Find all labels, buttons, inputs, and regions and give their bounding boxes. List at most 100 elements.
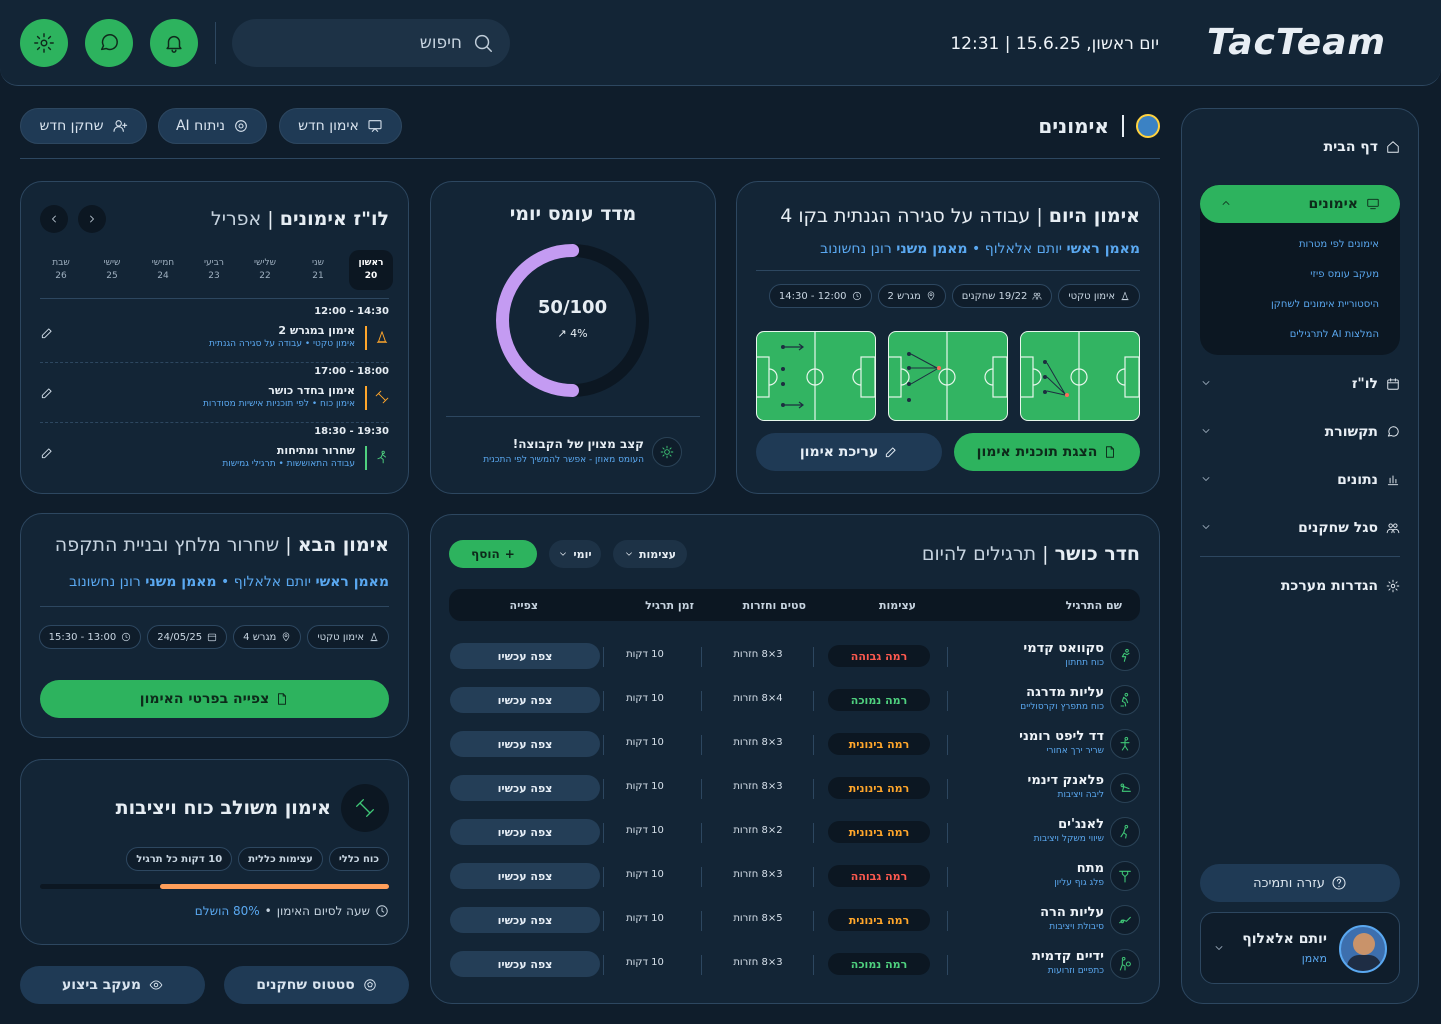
load-change: ↗ 4% [494, 327, 651, 340]
intensity-filter[interactable]: עצימות [613, 540, 687, 568]
table-row[interactable]: עליות מדרגה כוח מתפרץ וקרסוליים רמה נמוכה 4… [450, 679, 1140, 723]
day-fri[interactable]: שישי 25 [90, 250, 134, 290]
chat-button[interactable] [85, 19, 133, 67]
nav-settings[interactable]: הגדרות מערכת [1200, 571, 1400, 601]
search-input[interactable]: חיפוש [420, 33, 462, 53]
tactic-board-2[interactable] [888, 331, 1008, 421]
view-plan-button[interactable]: הצגת תוכנית אימון [954, 433, 1140, 471]
table-row[interactable]: פלאנק דינמי ליבה ויציבות רמה בינונית 3×8 חז… [450, 767, 1140, 811]
day-thu[interactable]: חמישי 24 [141, 250, 185, 290]
exercise-icon [1110, 685, 1140, 715]
edit-icon[interactable] [40, 386, 54, 400]
chip-field: מגרש 4 [233, 625, 302, 649]
tactic-board-1[interactable] [1020, 331, 1140, 421]
row-divider [947, 955, 948, 975]
schedule-rule [40, 422, 389, 423]
table-row[interactable]: מתח פלג גוף עליון רמה גבוהה 3×8 חזרות 10 דקו… [450, 855, 1140, 899]
exercise-time: 10 דקות [626, 649, 664, 660]
schedule-item-sub: אימון טקטי • עבודה על סגירה הגנתית [209, 339, 355, 349]
row-divider [603, 691, 604, 711]
edit-icon[interactable] [40, 446, 54, 460]
row-divider [603, 867, 604, 887]
view-now-button[interactable]: צפה עכשיו [450, 907, 600, 933]
subnav-goals[interactable]: אימונים לפי מטרות [1219, 229, 1379, 259]
table-row[interactable]: סקוואט קדמי כוח תחתון רמה גבוהה 3×8 חזרות 10… [450, 635, 1140, 679]
new-player-button[interactable]: שחקן חדש [20, 108, 147, 144]
nav-communication[interactable]: תקשורת [1200, 417, 1400, 447]
chip-type: אימון טקטי [1058, 284, 1140, 308]
view-now-button[interactable]: צפה עכשיו [450, 819, 600, 845]
performance-button[interactable]: מעקב ביצוע [20, 966, 205, 1004]
edit-training-button[interactable]: עריכת אימון [756, 433, 942, 471]
day-wed[interactable]: רביעי 23 [192, 250, 236, 290]
schedule-item-title: אימון במגרש 2 [278, 324, 355, 337]
nav-home[interactable]: דף הבית [1200, 132, 1400, 162]
chevron-down-icon [1213, 942, 1225, 954]
prev-week-button[interactable] [78, 205, 106, 233]
table-row[interactable]: ידיים קדמית כתפיים וזרועות רמה נמוכה 3×8 חז… [450, 943, 1140, 987]
day-sat[interactable]: שבת 26 [39, 250, 83, 290]
subnav-load[interactable]: מעקב עומס פיזי [1219, 259, 1379, 289]
tactic-board-3[interactable] [756, 331, 876, 421]
gym-title-text: תרגילים להיום [921, 543, 1037, 565]
daily-filter[interactable]: יומי [549, 540, 601, 568]
day-sun[interactable]: ראשון 20 [349, 250, 393, 290]
exercise-sets: 3×8 חזרות [733, 649, 783, 660]
tag: כוח כללי [328, 847, 389, 871]
schedule-item-sub: אימון כוח • לפי תוכניות אישיות מסודרות [202, 399, 355, 409]
nav-schedule[interactable]: לו"ז [1200, 369, 1400, 399]
player-status-button[interactable]: סטטוס שחקנים [224, 966, 409, 1004]
board-icon [367, 118, 383, 134]
new-training-button[interactable]: אימון חדש [279, 108, 402, 144]
view-now-button[interactable]: צפה עכשיו [450, 731, 600, 757]
intensity-badge: רמה נמוכה [828, 689, 930, 711]
view-now-button[interactable]: צפה עכשיו [450, 643, 600, 669]
add-exercise-button[interactable]: + הוסף [449, 540, 537, 568]
view-now-button[interactable]: צפה עכשיו [450, 687, 600, 713]
row-divider [947, 823, 948, 843]
exercise-info: ידיים קדמית כתפיים וזרועות [1032, 949, 1104, 976]
ai-analysis-label: ניתוח AI [175, 118, 226, 134]
view-now-button[interactable]: צפה עכשיו [450, 863, 600, 889]
subnav-history[interactable]: היסטוריית אימונים לשחקן [1219, 289, 1379, 319]
ai-analysis-button[interactable]: ניתוח AI [158, 108, 267, 144]
user-card[interactable]: יותם אלאלוף מאמן [1200, 912, 1400, 984]
load-change-value: 4% [570, 327, 588, 340]
assistant-label: מאמן משני [896, 241, 968, 257]
team-badge-icon [1136, 114, 1160, 138]
nav-staff[interactable]: סגל שחקנים [1200, 513, 1400, 543]
nav-data[interactable]: נתונים [1200, 465, 1400, 495]
row-divider [813, 911, 814, 931]
edit-icon[interactable] [40, 326, 54, 340]
nav-data-label: נתונים [1337, 472, 1378, 488]
row-divider [603, 647, 604, 667]
next-label: אימון הבא [297, 534, 389, 556]
schedule-item[interactable]: 12:00 - 14:30 אימון במגרש 2 אימון טקטי •… [40, 306, 389, 362]
nav-trainings[interactable]: אימונים [1200, 185, 1400, 223]
sidebar-divider [1200, 556, 1400, 557]
nav-schedule-label: לו"ז [1351, 376, 1378, 392]
row-divider [813, 955, 814, 975]
table-row[interactable]: דד ליפט רומני שריר ירך אחורי רמה בינונית 3×… [450, 723, 1140, 767]
bell-button[interactable] [150, 19, 198, 67]
search-box[interactable]: חיפוש [232, 19, 510, 67]
intensity-badge: רמה נמוכה [828, 953, 930, 975]
view-now-button[interactable]: צפה עכשיו [450, 951, 600, 977]
help-button[interactable]: עזרה ותמיכה [1200, 864, 1400, 902]
intensity-badge: רמה בינונית [828, 821, 930, 843]
header-rule [20, 158, 1160, 159]
table-row[interactable]: לאנג'ים שיווי משקל ויציבות רמה בינונית 2×8 … [450, 811, 1140, 855]
head-coach-name: יותם אלאלוף [233, 574, 312, 590]
schedule-title: לו"ז אימונים | אפריל [210, 208, 389, 230]
subnav-ai[interactable]: המלצות AI לתרגילים [1219, 319, 1379, 349]
day-mon[interactable]: שני 21 [296, 250, 340, 290]
schedule-item[interactable]: 17:00 - 18:00 אימון בחדר כושר אימון כוח … [40, 366, 389, 422]
day-tue[interactable]: שלישי 22 [243, 250, 287, 290]
table-row[interactable]: עליות הרה סיבולת ויציבות רמה בינונית 5×8 חז… [450, 899, 1140, 943]
watch-details-button[interactable]: צפייה בפרטי האימון [40, 680, 389, 718]
schedule-item[interactable]: 18:30 - 19:30 שחרור ומתיחות עבודה התאושש… [40, 426, 389, 482]
settings-button[interactable] [20, 19, 68, 67]
schedule-month: אפריל [210, 208, 262, 230]
view-now-button[interactable]: צפה עכשיו [450, 775, 600, 801]
next-week-button[interactable] [40, 205, 68, 233]
